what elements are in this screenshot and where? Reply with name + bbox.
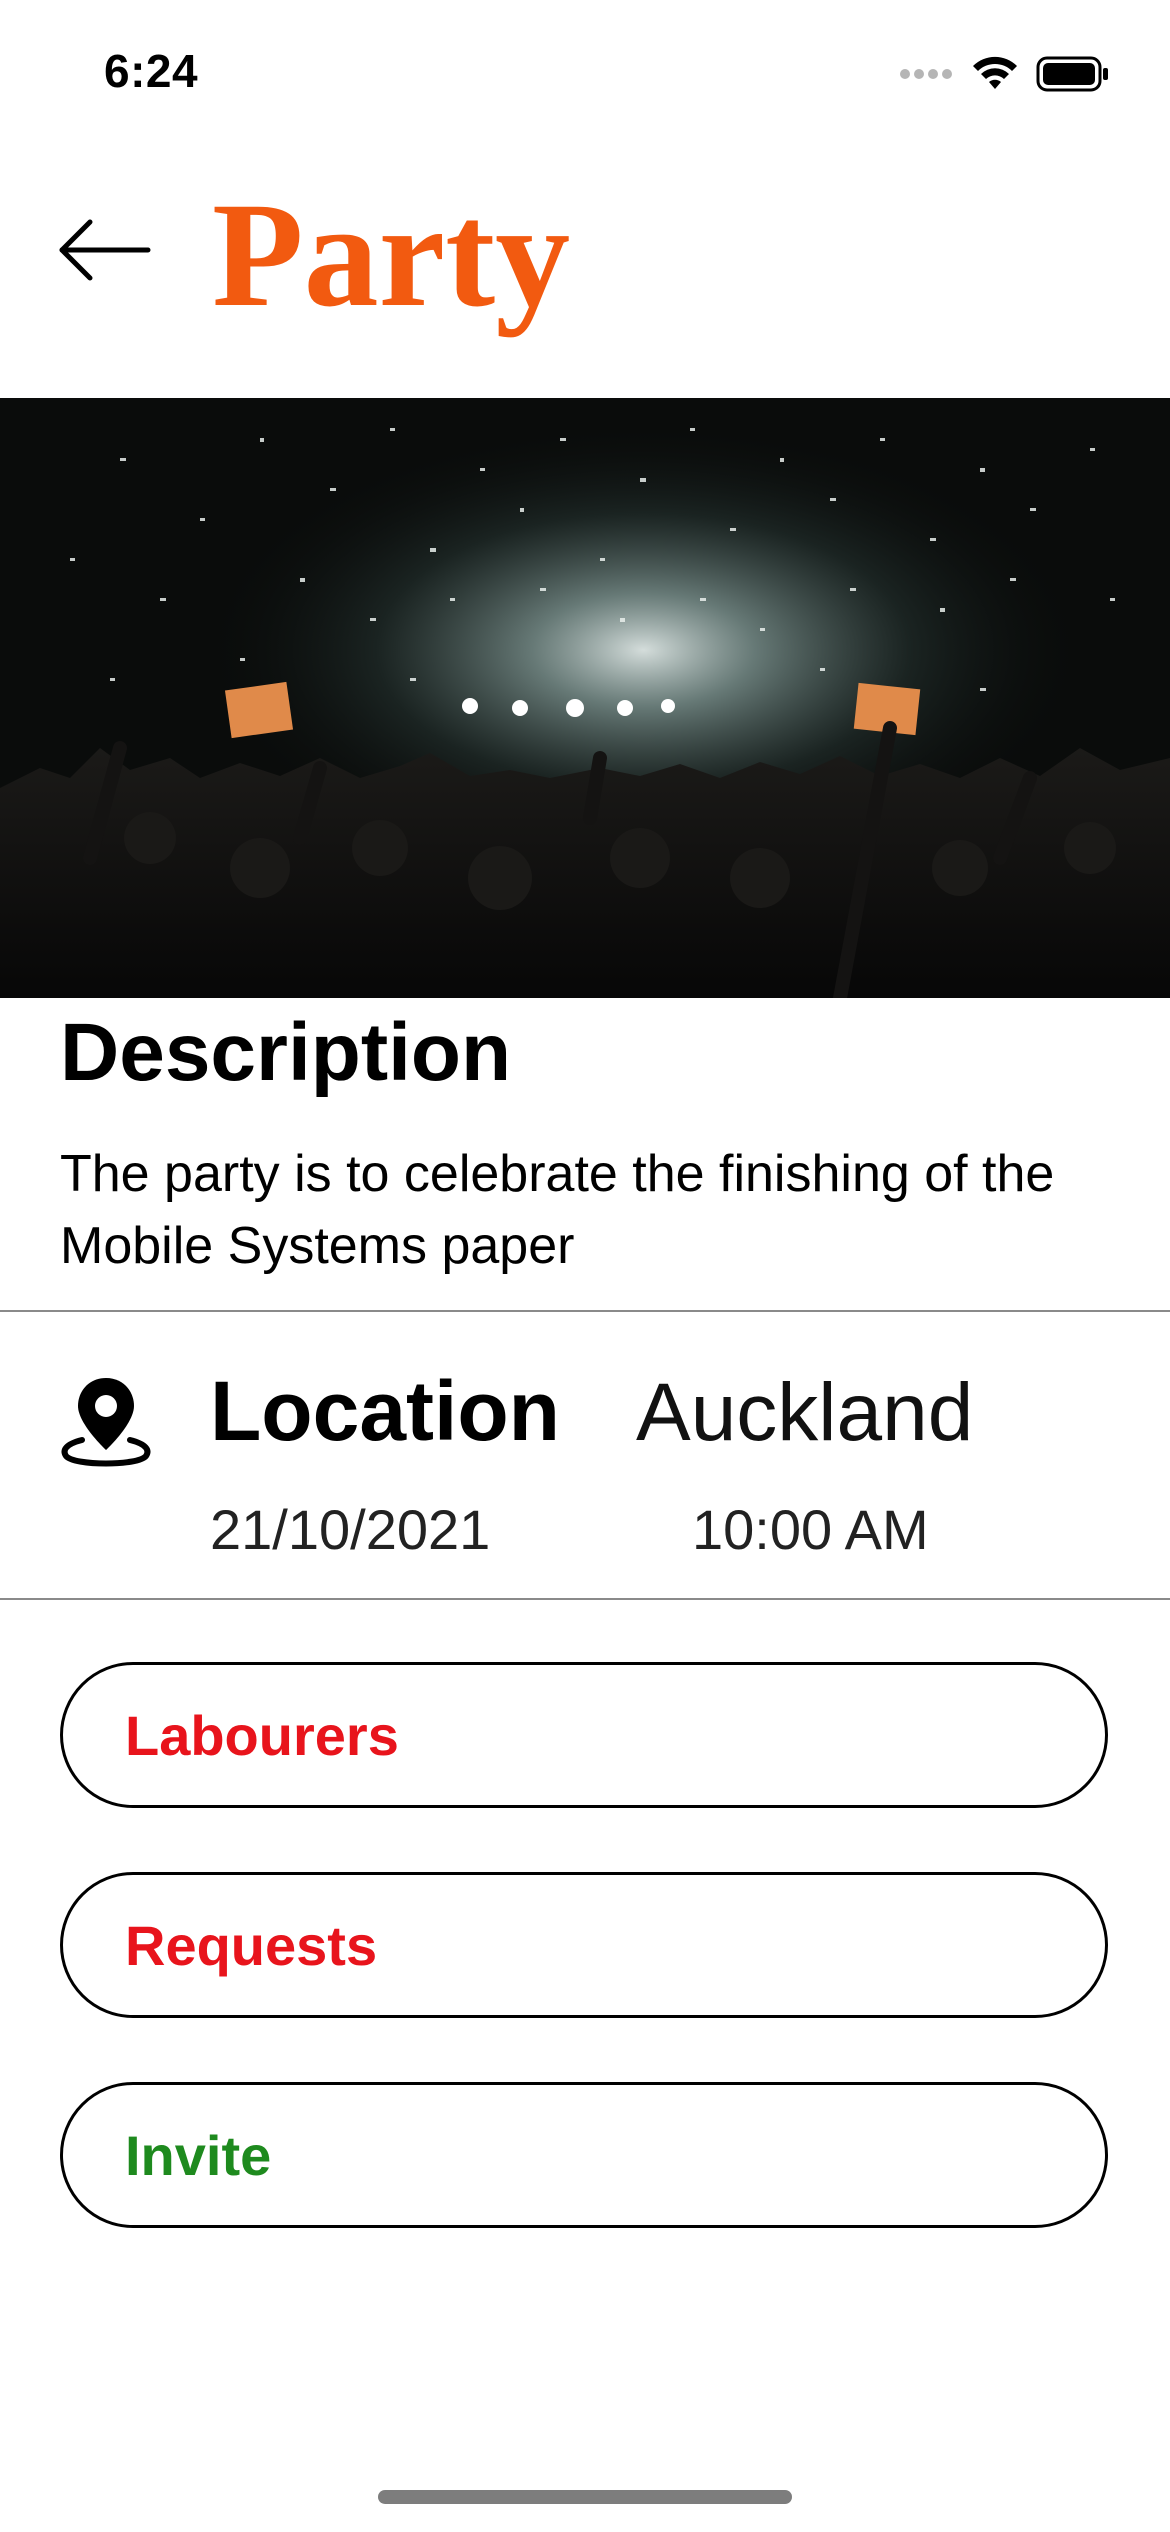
event-time: 10:00 AM [692, 1498, 929, 1561]
divider [0, 1598, 1170, 1600]
status-bar: 6:24 [0, 0, 1170, 140]
invite-button-label: Invite [125, 2123, 272, 2187]
concert-crowd-confetti-photo [0, 398, 1170, 998]
battery-icon [1036, 56, 1108, 92]
back-button[interactable] [52, 200, 156, 300]
labourers-button[interactable]: Labourers [60, 1662, 1108, 1808]
header: Party [0, 140, 1170, 398]
status-time: 6:24 [104, 45, 199, 97]
labourers-button-label: Labourers [125, 1703, 399, 1767]
page-title: Party [212, 172, 571, 338]
requests-button[interactable]: Requests [60, 1872, 1108, 2018]
signal-dots-icon [900, 69, 952, 79]
arrow-left-icon [59, 219, 151, 281]
map-pin-icon [56, 1370, 156, 1470]
status-icons [898, 52, 1110, 96]
location-label: Location [210, 1364, 560, 1458]
divider [0, 1310, 1170, 1312]
requests-button-label: Requests [125, 1913, 378, 1977]
location-value: Auckland [636, 1367, 974, 1458]
description-heading: Description [60, 1007, 512, 1098]
invite-button[interactable]: Invite [60, 2082, 1108, 2228]
wifi-icon [973, 56, 1017, 89]
event-date: 21/10/2021 [210, 1498, 491, 1561]
description-text: The party is to celebrate the finishing … [60, 1145, 1055, 1275]
hero-image [0, 398, 1170, 998]
home-indicator[interactable] [378, 2490, 792, 2504]
